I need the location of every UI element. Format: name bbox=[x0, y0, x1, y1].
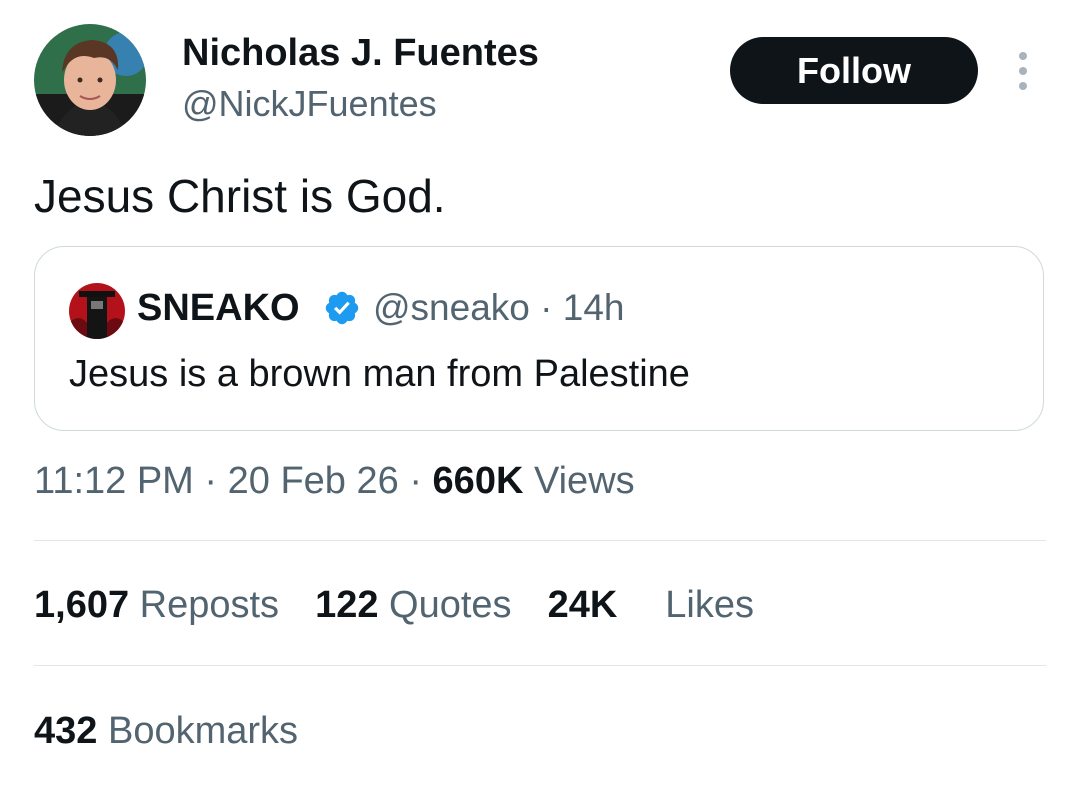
separator-dot: · bbox=[193, 460, 228, 502]
bookmarks-label: Bookmarks bbox=[107, 710, 299, 752]
reposts-count: 1,607 bbox=[34, 584, 130, 626]
quoted-time[interactable]: 14h bbox=[563, 287, 625, 328]
quotes-label: Quotes bbox=[389, 584, 512, 626]
quotes-stat[interactable]: 122 Quotes bbox=[315, 582, 512, 628]
engagement-stats: 1,607 Reposts 122 Quotes 24K Likes bbox=[34, 582, 754, 628]
separator-dot: · bbox=[529, 287, 563, 328]
views-label: Views bbox=[533, 460, 635, 502]
separator-dot: · bbox=[398, 460, 433, 502]
more-vertical-icon[interactable] bbox=[1010, 48, 1036, 94]
tweet-text: Jesus Christ is God. bbox=[34, 170, 446, 222]
author-avatar[interactable] bbox=[34, 24, 146, 136]
author-handle[interactable]: @NickJFuentes bbox=[182, 82, 437, 126]
verified-badge-icon bbox=[323, 289, 361, 327]
author-name[interactable]: Nicholas J. Fuentes bbox=[182, 30, 539, 76]
divider bbox=[34, 540, 1046, 541]
tweet-time[interactable]: 11:12 PM bbox=[34, 460, 194, 502]
bookmarks-count: 432 bbox=[34, 710, 98, 752]
quoted-author-avatar[interactable] bbox=[69, 283, 125, 339]
reposts-label: Reposts bbox=[139, 584, 280, 626]
bookmarks-stat[interactable]: 432 Bookmarks bbox=[34, 708, 298, 754]
quoted-handle-time: @sneako · 14h bbox=[373, 285, 625, 331]
quoted-tweet-text: Jesus is a brown man from Palestine bbox=[69, 353, 690, 395]
likes-count: 24K bbox=[547, 584, 618, 626]
quoted-author-handle[interactable]: @sneako bbox=[373, 287, 530, 328]
divider bbox=[34, 665, 1046, 666]
tweet-date[interactable]: 20 Feb 26 bbox=[228, 460, 399, 502]
quoted-tweet-card[interactable]: SNEAKO @sneako · 14h Jesus is a brown ma… bbox=[34, 246, 1044, 431]
quotes-count: 122 bbox=[315, 584, 379, 626]
likes-stat[interactable]: 24K Likes bbox=[548, 582, 754, 628]
tweet-meta: 11:12 PM · 20 Feb 26 · 660K Views bbox=[34, 458, 635, 504]
quoted-author-name[interactable]: SNEAKO bbox=[137, 285, 300, 331]
follow-button[interactable]: Follow bbox=[730, 37, 978, 104]
reposts-stat[interactable]: 1,607 Reposts bbox=[34, 582, 279, 628]
likes-label: Likes bbox=[665, 584, 754, 626]
views-count: 660K bbox=[432, 460, 524, 502]
